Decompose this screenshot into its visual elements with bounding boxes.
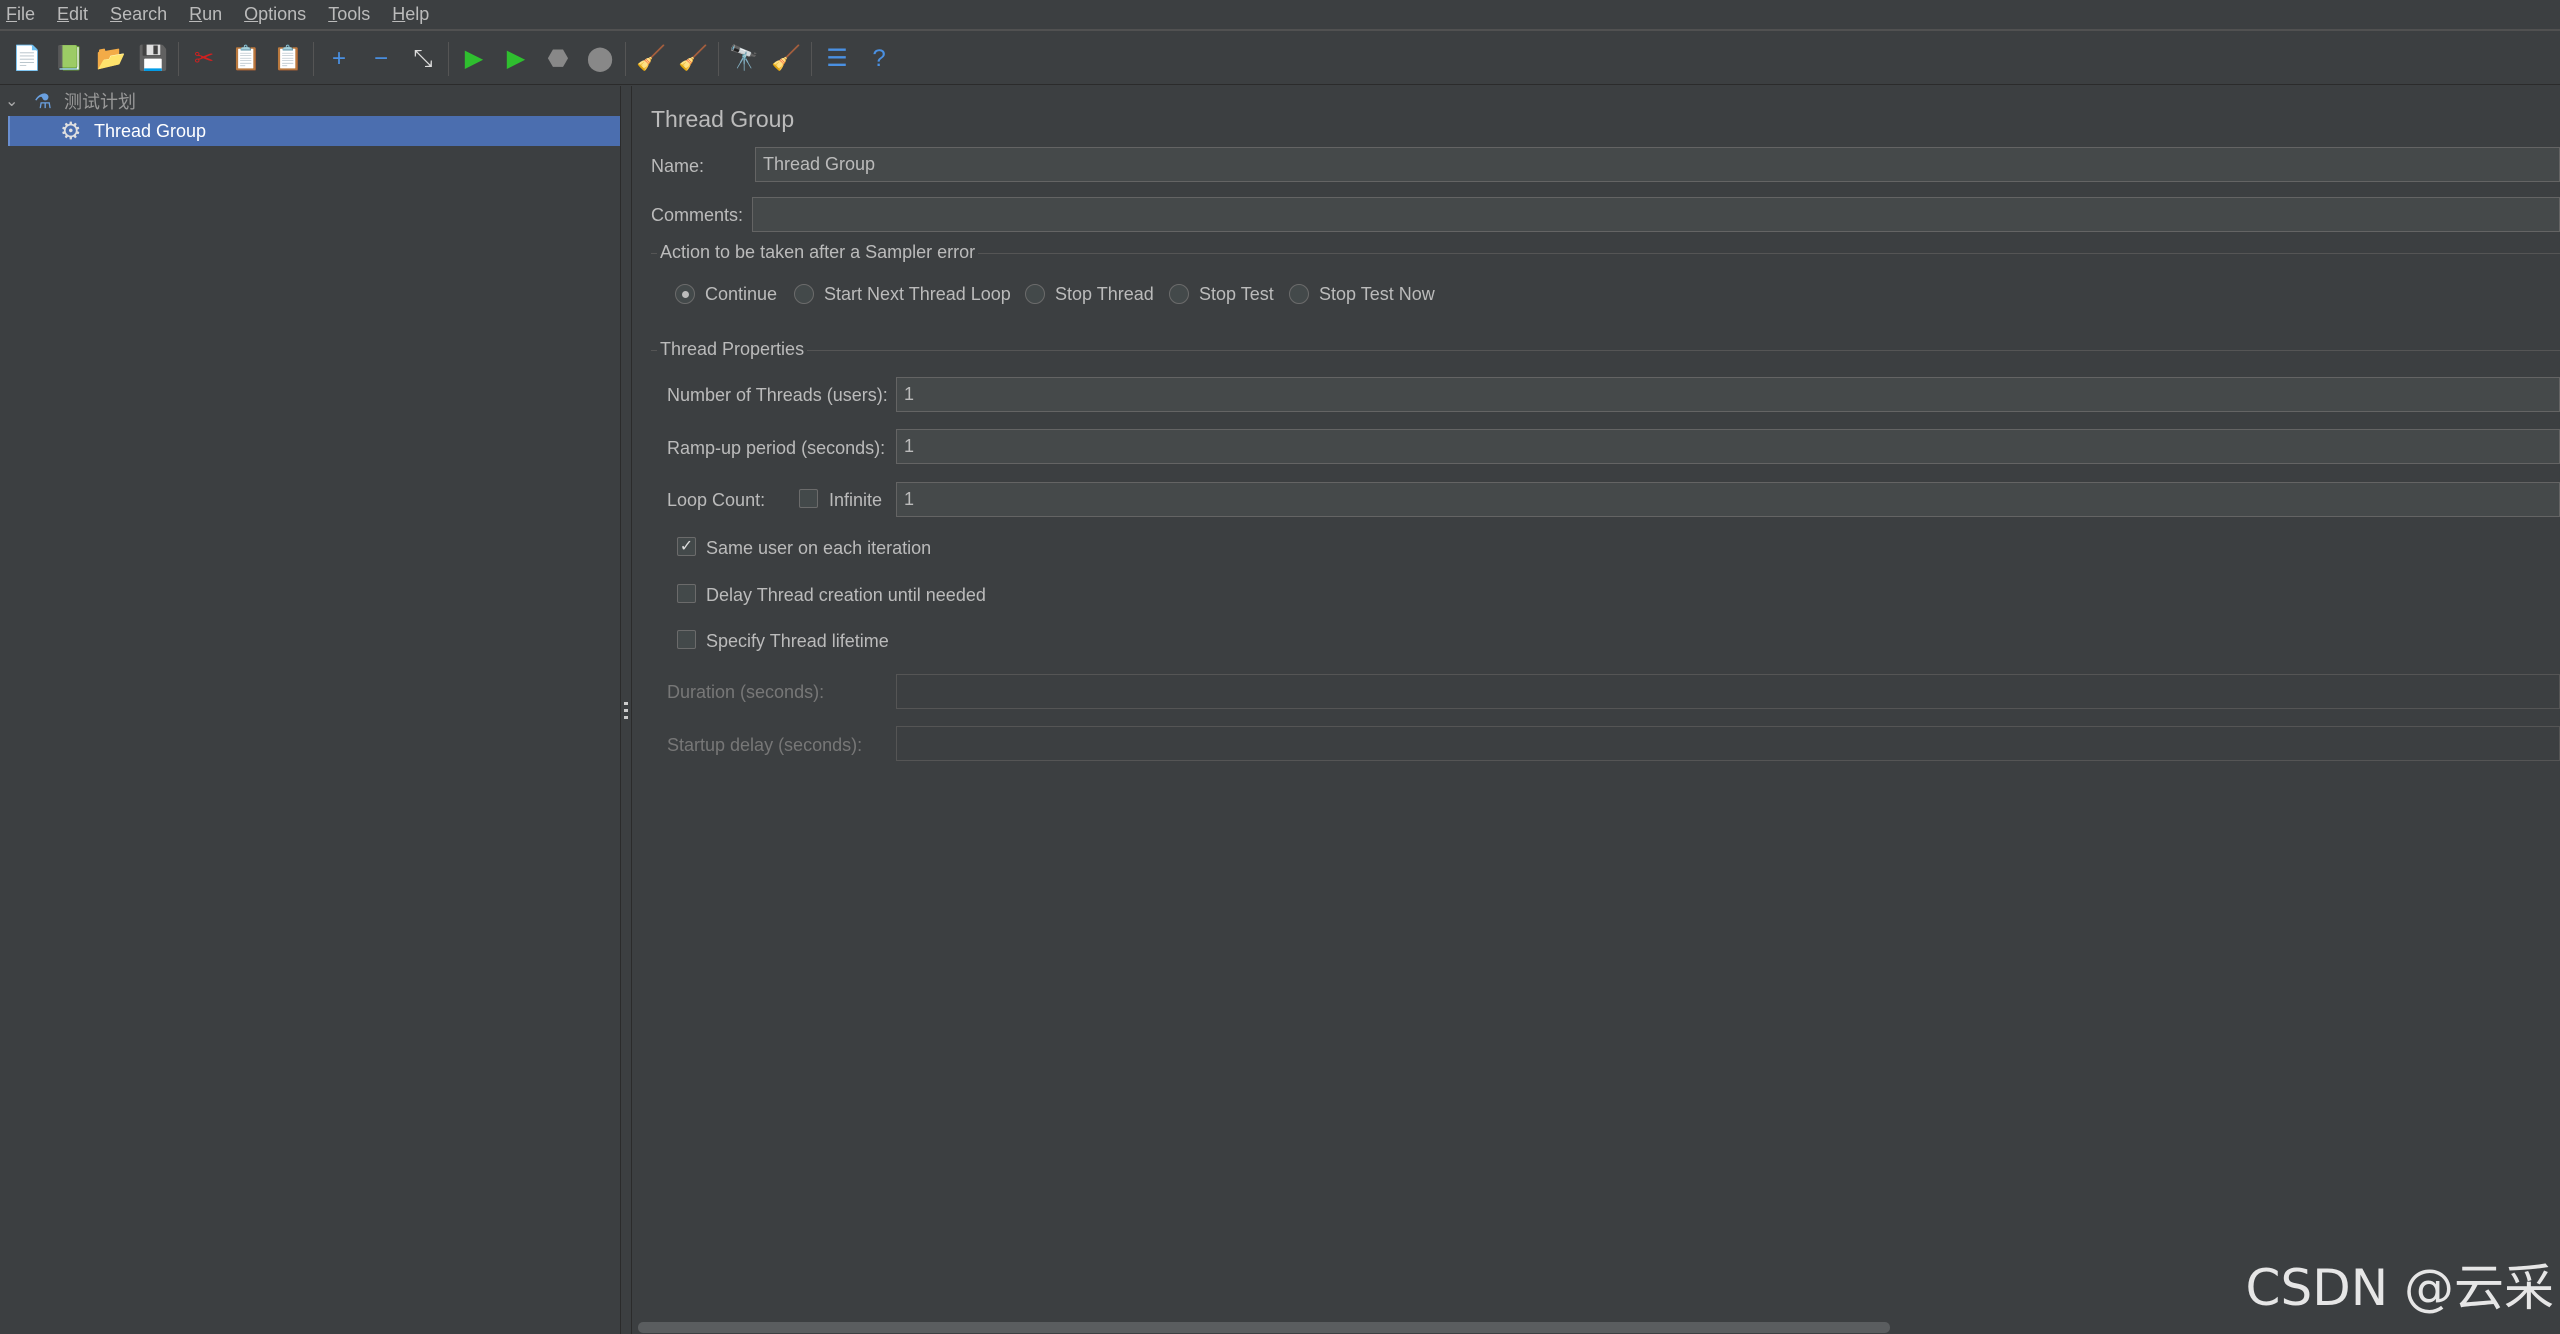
cut-button[interactable]: ✂: [187, 41, 221, 77]
expand-button[interactable]: +: [322, 41, 356, 77]
test-plan-icon: ⚗: [34, 90, 52, 113]
toolbar-separator: [313, 41, 314, 76]
split-pane-divider[interactable]: [620, 86, 632, 1334]
save-button[interactable]: 💾: [136, 41, 170, 77]
thread-group-panel: Thread Group Name: Thread Group Comments…: [633, 86, 2560, 1334]
toggle-button[interactable]: ⤡: [406, 41, 440, 77]
menu-file[interactable]: File: [6, 4, 35, 25]
radio-label: Start Next Thread Loop: [824, 284, 1011, 304]
comments-label: Comments:: [651, 205, 744, 225]
radio-label: Stop Thread: [1055, 284, 1154, 304]
same-user-checkbox[interactable]: ✓: [677, 537, 696, 556]
delay-thread-checkbox[interactable]: [677, 584, 696, 603]
start-no-pause-button[interactable]: ▶: [499, 41, 533, 77]
test-plan-tree: ⌄ ⚗ 测试计划 ⚙ Thread Group: [0, 86, 620, 1334]
new-button[interactable]: 📄: [10, 41, 44, 77]
radio-label: Stop Test Now: [1319, 284, 1435, 304]
tree-item-thread-group[interactable]: ⚙ Thread Group: [8, 116, 620, 146]
tree-item-label: 测试计划: [64, 92, 136, 112]
duration-label: Duration (seconds):: [667, 682, 825, 702]
same-user-label: Same user on each iteration: [706, 538, 932, 558]
divider: [651, 350, 2560, 351]
loop-count-label: Loop Count:: [667, 490, 766, 510]
rampup-label: Ramp-up period (seconds):: [667, 438, 886, 458]
radio-start-next-thread-loop[interactable]: [794, 284, 814, 304]
copy-button[interactable]: 📋: [229, 41, 263, 77]
page-title: Thread Group: [651, 106, 795, 132]
toolbar-separator: [718, 41, 719, 76]
menu-options[interactable]: Options: [244, 4, 306, 25]
thread-properties-label: Thread Properties: [657, 339, 808, 360]
menu-help[interactable]: Help: [392, 4, 429, 25]
infinite-checkbox[interactable]: [799, 489, 818, 508]
radio-label: Continue: [705, 284, 778, 304]
comments-field[interactable]: [752, 197, 2560, 232]
menu-run[interactable]: Run: [189, 4, 222, 25]
shutdown-button[interactable]: ⬤: [583, 41, 617, 77]
gear-icon: ⚙: [60, 117, 82, 145]
startup-delay-label: Startup delay (seconds):: [667, 735, 863, 755]
toolbar-separator: [448, 41, 449, 76]
threads-label: Number of Threads (users):: [667, 385, 888, 405]
thread-lifetime-checkbox[interactable]: [677, 630, 696, 649]
search-button[interactable]: 🔭: [727, 41, 761, 77]
name-label: Name:: [651, 156, 705, 176]
menu-edit[interactable]: Edit: [57, 4, 88, 25]
radio-stop-test-now[interactable]: [1289, 284, 1309, 304]
radio-label: Stop Test: [1199, 284, 1274, 304]
chevron-down-icon[interactable]: ⌄: [5, 91, 18, 111]
clear-all-button[interactable]: 🧹: [676, 41, 710, 77]
menu-tools[interactable]: Tools: [328, 4, 370, 25]
help-button[interactable]: ?: [862, 41, 896, 77]
menu-bar: File Edit Search Run Options Tools Help: [0, 0, 2560, 31]
radio-continue[interactable]: [675, 284, 695, 304]
loop-count-field[interactable]: 1: [896, 482, 2560, 517]
startup-delay-field[interactable]: [896, 726, 2560, 761]
radio-stop-test[interactable]: [1169, 284, 1189, 304]
reset-search-button[interactable]: 🧹: [769, 41, 803, 77]
toolbar-separator: [625, 41, 626, 76]
start-button[interactable]: ▶: [457, 41, 491, 77]
function-helper-button[interactable]: ☰: [820, 41, 854, 77]
watermark: CSDN @云采: [2245, 1259, 2554, 1317]
thread-lifetime-label: Specify Thread lifetime: [706, 631, 889, 651]
templates-button[interactable]: 📗: [52, 41, 86, 77]
menu-search[interactable]: Search: [110, 4, 167, 25]
action-section-label: Action to be taken after a Sampler error: [657, 242, 979, 263]
paste-button[interactable]: 📋: [271, 41, 305, 77]
threads-field[interactable]: 1: [896, 377, 2560, 412]
rampup-field[interactable]: 1: [896, 429, 2560, 464]
infinite-label: Infinite: [829, 490, 883, 510]
tree-item-test-plan[interactable]: ⌄ ⚗ 测试计划: [0, 86, 620, 116]
open-button[interactable]: 📂: [94, 41, 128, 77]
toolbar-separator: [811, 41, 812, 76]
clear-button[interactable]: 🧹: [634, 41, 668, 77]
tree-item-label: Thread Group: [94, 120, 207, 141]
radio-stop-thread[interactable]: [1025, 284, 1045, 304]
duration-field[interactable]: [896, 674, 2560, 709]
collapse-button[interactable]: −: [364, 41, 398, 77]
name-field[interactable]: Thread Group: [755, 147, 2560, 182]
delay-thread-label: Delay Thread creation until needed: [706, 585, 986, 605]
stop-button[interactable]: ⬣: [541, 41, 575, 77]
drag-handle-icon[interactable]: [624, 702, 628, 720]
toolbar-separator: [178, 41, 179, 76]
horizontal-scrollbar[interactable]: [638, 1322, 1890, 1333]
toolbar: 📄 📗 📂 💾 ✂ 📋 📋 + − ⤡ ▶ ▶ ⬣ ⬤ 🧹 🧹 🔭 🧹 ☰?: [0, 33, 2560, 85]
